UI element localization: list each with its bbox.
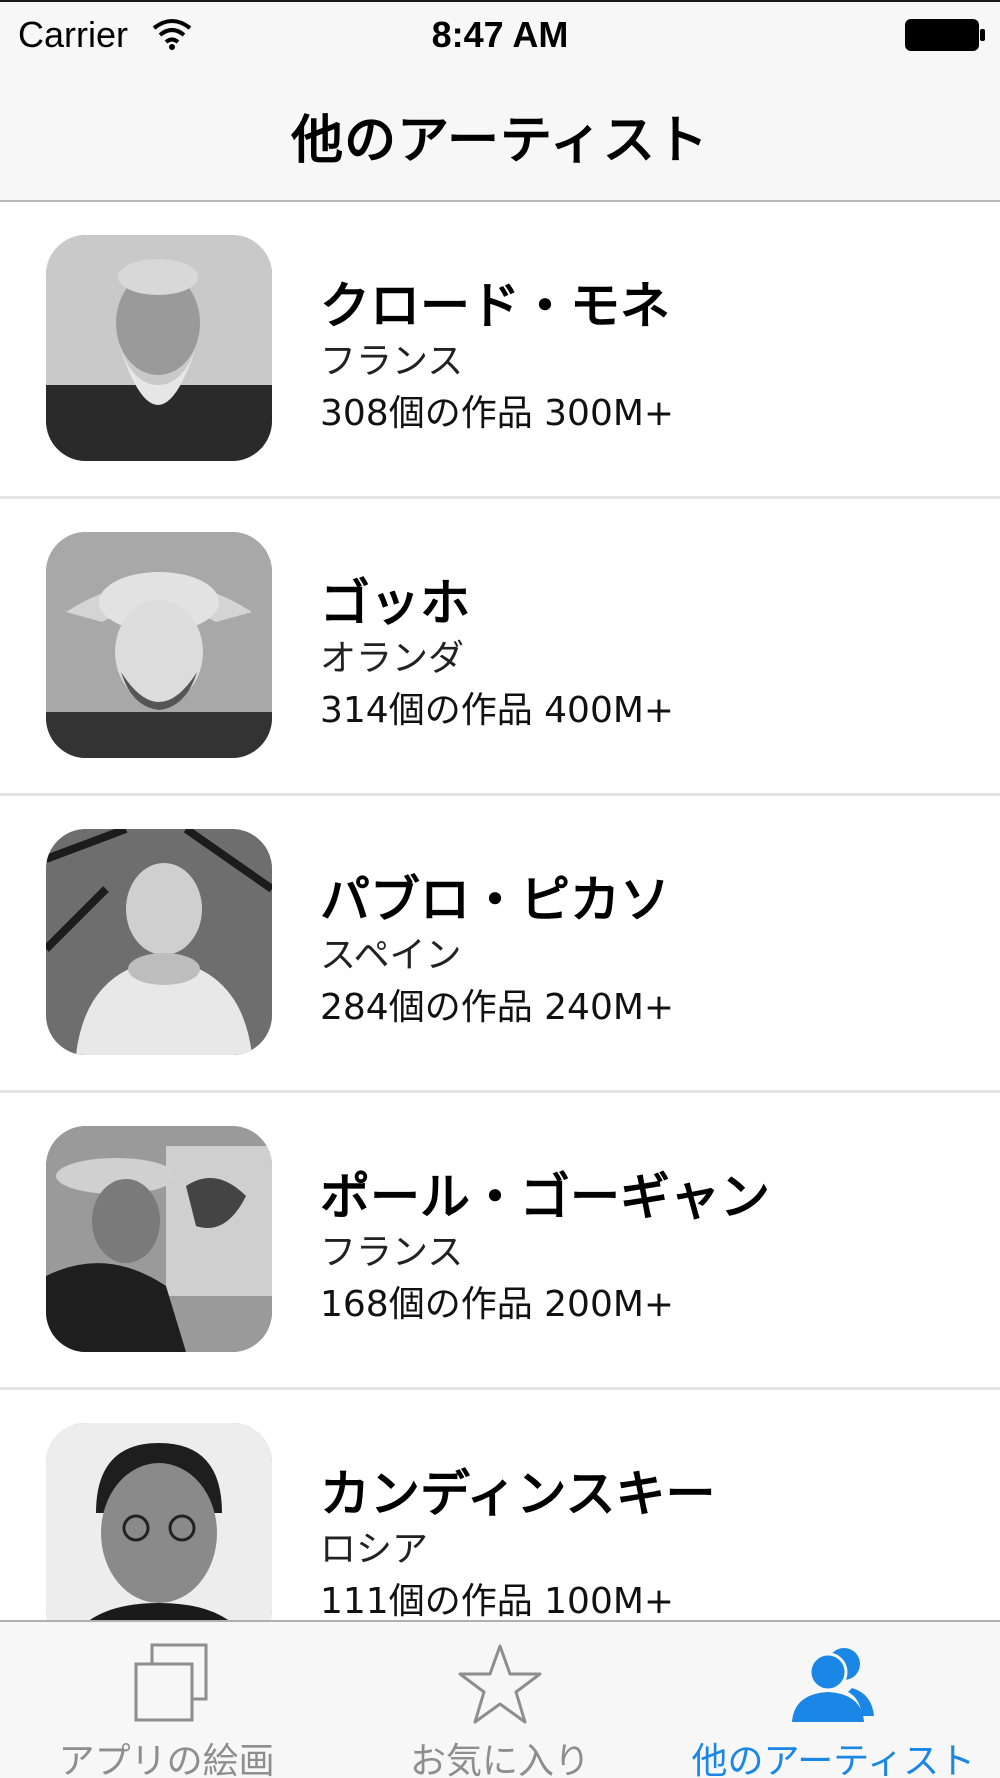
artist-portrait xyxy=(46,829,272,1055)
artist-name: パブロ・ピカソ xyxy=(320,871,670,929)
artist-stats: 314個の作品 400M+ xyxy=(320,690,675,731)
artist-list[interactable]: クロード・モネ フランス 308個の作品 300M+ ゴッホ オランダ 314個… xyxy=(0,202,1000,1620)
artist-name: カンディンスキー xyxy=(320,1465,716,1523)
artist-portrait xyxy=(46,235,272,461)
artist-row[interactable]: ポール・ゴーギャン フランス 168個の作品 200M+ xyxy=(0,1093,1000,1390)
star-icon xyxy=(458,1644,542,1724)
artist-country: スペイン xyxy=(320,935,462,976)
page-title: 他のアーティスト xyxy=(291,111,709,171)
screen: Carrier 8:47 AM 他のアーティスト クロード・モネ フランス 30… xyxy=(0,0,1000,1778)
stacked-squares-icon xyxy=(134,1643,208,1722)
artist-row[interactable]: ゴッホ オランダ 314個の作品 400M+ xyxy=(0,499,1000,796)
artist-portrait xyxy=(46,532,272,758)
artist-country: ロシア xyxy=(320,1529,429,1570)
navigation-bar: 他のアーティスト xyxy=(0,70,1000,202)
status-bar: Carrier 8:47 AM xyxy=(0,0,1000,70)
tab-favorites[interactable]: お気に入り xyxy=(333,1622,666,1778)
battery-icon xyxy=(905,19,985,51)
artist-row[interactable]: クロード・モネ フランス 308個の作品 300M+ xyxy=(0,202,1000,499)
artist-stats: 308個の作品 300M+ xyxy=(320,393,675,434)
tab-other-artists[interactable]: 他のアーティスト xyxy=(667,1622,1000,1778)
artist-country: フランス xyxy=(320,1232,464,1273)
tab-bar: アプリの絵画 お気に入り 他のアーティスト xyxy=(0,1620,1000,1778)
artist-row[interactable]: カンディンスキー ロシア 111個の作品 100M+ xyxy=(0,1390,1000,1620)
clock: 8:47 AM xyxy=(431,14,569,55)
artist-name: ポール・ゴーギャン xyxy=(320,1168,770,1226)
artist-stats: 168個の作品 200M+ xyxy=(320,1284,675,1325)
artist-stats: 111個の作品 100M+ xyxy=(320,1581,675,1620)
artist-portrait xyxy=(46,1423,272,1620)
artist-stats: 284個の作品 240M+ xyxy=(320,987,675,1028)
artist-country: オランダ xyxy=(320,638,465,679)
artist-portrait xyxy=(46,1126,272,1352)
artist-name: ゴッホ xyxy=(320,574,470,632)
artist-name: クロード・モネ xyxy=(320,277,670,335)
artist-country: フランス xyxy=(320,341,464,382)
tab-app-paintings[interactable]: アプリの絵画 xyxy=(0,1622,333,1778)
tab-label: アプリの絵画 xyxy=(58,1741,275,1778)
people-icon xyxy=(792,1648,875,1722)
artist-row[interactable]: パブロ・ピカソ スペイン 284個の作品 240M+ xyxy=(0,796,1000,1093)
tab-label: 他のアーティスト xyxy=(691,1741,976,1778)
tab-label: お気に入り xyxy=(409,1741,590,1778)
